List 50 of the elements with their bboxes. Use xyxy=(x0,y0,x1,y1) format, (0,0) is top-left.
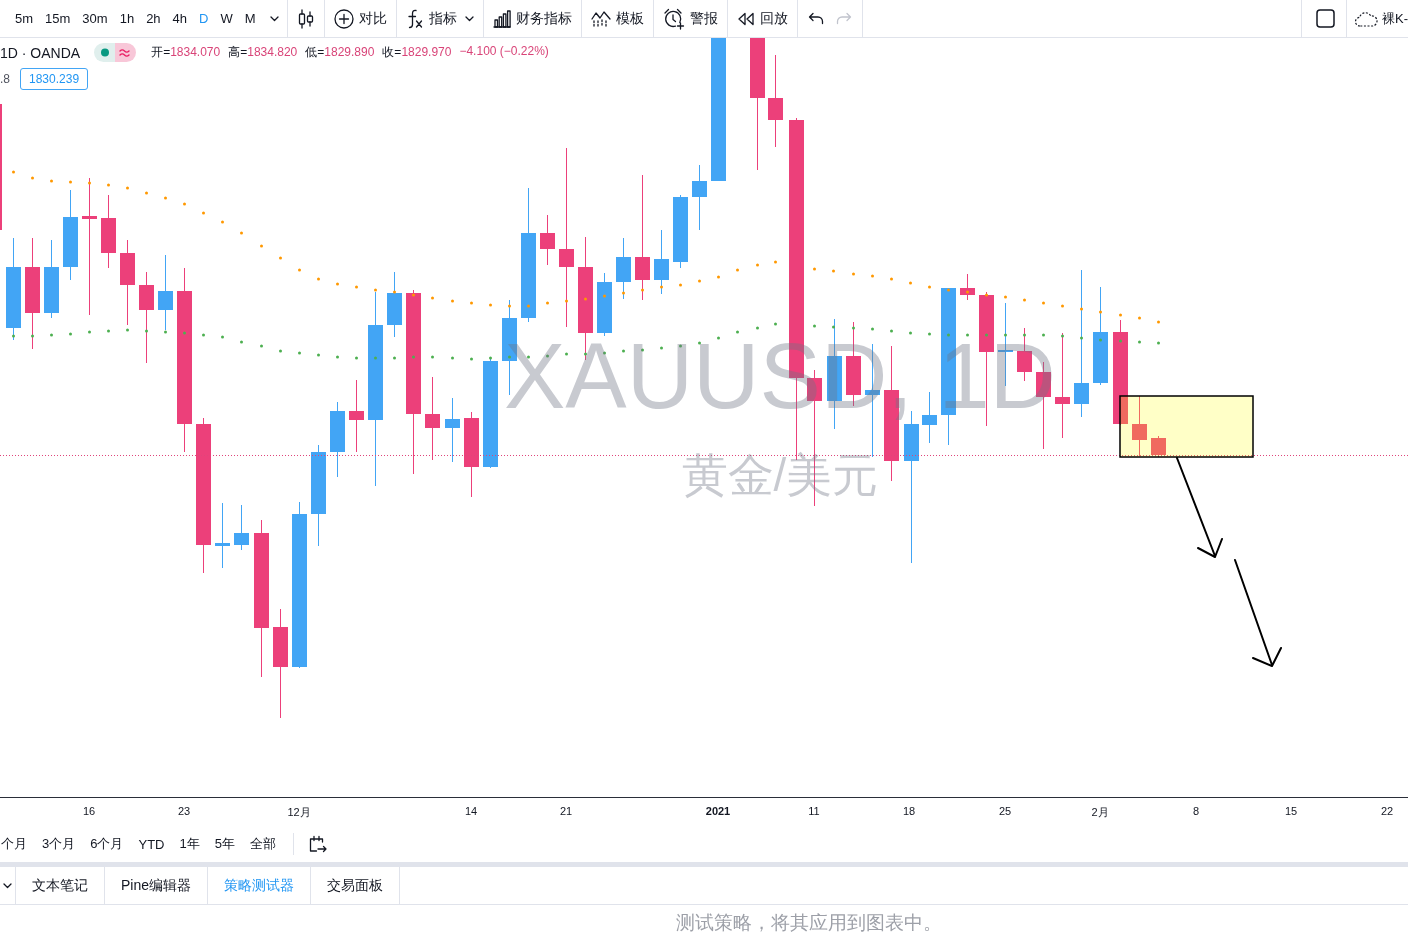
range-button[interactable]: 5年 xyxy=(214,835,235,853)
range-button[interactable]: YTD xyxy=(138,836,165,852)
time-axis-label: 25 xyxy=(998,805,1012,817)
time-axis-label: 12月 xyxy=(287,805,311,820)
interval-button[interactable]: 5m xyxy=(9,7,40,30)
caret-down-icon[interactable] xyxy=(464,15,474,22)
interval-button[interactable]: M xyxy=(238,7,262,30)
layout-button[interactable]: 裸K- xyxy=(1354,5,1408,32)
caret-down-icon[interactable] xyxy=(269,15,279,22)
compare-button[interactable]: 对比 xyxy=(333,4,387,33)
range-button[interactable]: 3个月 xyxy=(42,835,76,853)
time-axis-label: 15 xyxy=(1284,805,1298,817)
time-axis-label: 18 xyxy=(902,805,916,817)
alert-button[interactable]: 警报 xyxy=(662,3,718,34)
undo-icon[interactable] xyxy=(807,12,824,25)
time-axis-label: 8 xyxy=(1192,805,1200,817)
time-axis-label: 2月 xyxy=(1091,805,1109,820)
interval-button[interactable]: 2h xyxy=(140,7,167,30)
time-axis-label: 2021 xyxy=(705,805,731,817)
empty-state-message: 测试策略，将其应用到图表中。 xyxy=(676,912,942,934)
replay-button[interactable]: 回放 xyxy=(736,5,788,32)
range-button[interactable]: 个月 xyxy=(1,835,27,853)
interval-button[interactable]: 30m xyxy=(76,7,114,30)
financials-button[interactable]: 财务指标 xyxy=(492,5,572,32)
time-axis-label: 21 xyxy=(559,805,573,817)
alarm-clock-icon xyxy=(662,7,685,30)
time-axis-label: 14 xyxy=(464,805,478,817)
indicators-button[interactable]: 指标 xyxy=(405,4,457,33)
candlestick-icon[interactable] xyxy=(296,8,315,29)
interval-button[interactable]: 15m xyxy=(39,7,77,30)
calendar-icon[interactable] xyxy=(308,835,327,853)
plus-circle-icon xyxy=(333,8,354,29)
range-button[interactable]: 全部 xyxy=(249,835,276,853)
fx-icon xyxy=(405,8,424,29)
interval-button[interactable]: W xyxy=(214,7,239,30)
interval-button[interactable]: 4h xyxy=(166,7,194,30)
chevron-down-icon[interactable] xyxy=(3,882,12,889)
rewind-icon xyxy=(736,11,755,26)
interval-button[interactable]: 1h xyxy=(113,7,141,30)
line-chart-icon xyxy=(590,9,611,28)
time-axis-label: 22 xyxy=(1380,805,1394,817)
time-axis-label: 11 xyxy=(808,805,820,817)
templates-button[interactable]: 模板 xyxy=(590,5,644,32)
cloud-icon xyxy=(1354,10,1378,27)
square-icon[interactable] xyxy=(1316,9,1335,28)
range-button[interactable]: 1年 xyxy=(179,835,200,853)
range-button[interactable]: 6个月 xyxy=(90,835,124,853)
time-axis-label: 16 xyxy=(82,805,96,817)
time-axis-label: 23 xyxy=(177,805,191,817)
bar-chart-icon xyxy=(492,9,511,28)
